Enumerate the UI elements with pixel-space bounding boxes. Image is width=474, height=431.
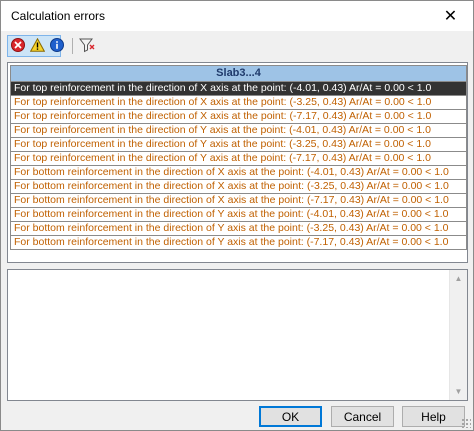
error-row[interactable]: For top reinforcement in the direction o… <box>11 124 466 138</box>
info-icon <box>50 38 64 52</box>
error-icon <box>11 38 25 52</box>
toolbar-separator <box>72 38 73 54</box>
title-bar[interactable]: Calculation errors ✕ <box>1 1 473 31</box>
error-row[interactable]: For top reinforcement in the direction o… <box>11 82 466 96</box>
error-row[interactable]: For top reinforcement in the direction o… <box>11 138 466 152</box>
scroll-down-icon[interactable]: ▼ <box>450 383 467 400</box>
error-row[interactable]: For bottom reinforcement in the directio… <box>11 194 466 208</box>
error-row[interactable]: For bottom reinforcement in the directio… <box>11 222 466 236</box>
toolbar <box>1 32 473 60</box>
error-row[interactable]: For bottom reinforcement in the directio… <box>11 180 466 194</box>
errors-table: Slab3...4 For top reinforcement in the d… <box>10 65 467 250</box>
scroll-up-icon[interactable]: ▲ <box>450 270 467 287</box>
errors-list-panel: Slab3...4 For top reinforcement in the d… <box>7 62 468 263</box>
error-rows: For top reinforcement in the direction o… <box>11 82 466 249</box>
warning-icon <box>29 38 45 52</box>
resize-grip[interactable] <box>461 418 471 428</box>
close-icon: ✕ <box>443 8 458 25</box>
filter-button[interactable] <box>78 36 96 54</box>
vertical-scrollbar[interactable]: ▲ ▼ <box>449 270 467 400</box>
info-filter-button[interactable] <box>48 36 66 54</box>
error-row[interactable]: For top reinforcement in the direction o… <box>11 96 466 110</box>
warnings-filter-button[interactable] <box>28 36 46 54</box>
close-button[interactable]: ✕ <box>428 1 473 31</box>
errors-filter-button[interactable] <box>9 36 27 54</box>
error-row[interactable]: For bottom reinforcement in the directio… <box>11 208 466 222</box>
filter-icon <box>79 38 95 53</box>
group-header[interactable]: Slab3...4 <box>11 66 466 82</box>
help-button[interactable]: Help <box>402 406 465 427</box>
cancel-button[interactable]: Cancel <box>331 406 394 427</box>
error-row[interactable]: For top reinforcement in the direction o… <box>11 152 466 166</box>
calculation-errors-dialog: Calculation errors ✕ Slab3...4 For top r… <box>0 0 474 431</box>
error-row[interactable]: For bottom reinforcement in the directio… <box>11 166 466 180</box>
error-row[interactable]: For bottom reinforcement in the directio… <box>11 236 466 249</box>
ok-button[interactable]: OK <box>259 406 322 427</box>
dialog-title: Calculation errors <box>11 9 106 23</box>
error-row[interactable]: For top reinforcement in the direction o… <box>11 110 466 124</box>
detail-text-panel[interactable]: ▲ ▼ <box>7 269 468 401</box>
